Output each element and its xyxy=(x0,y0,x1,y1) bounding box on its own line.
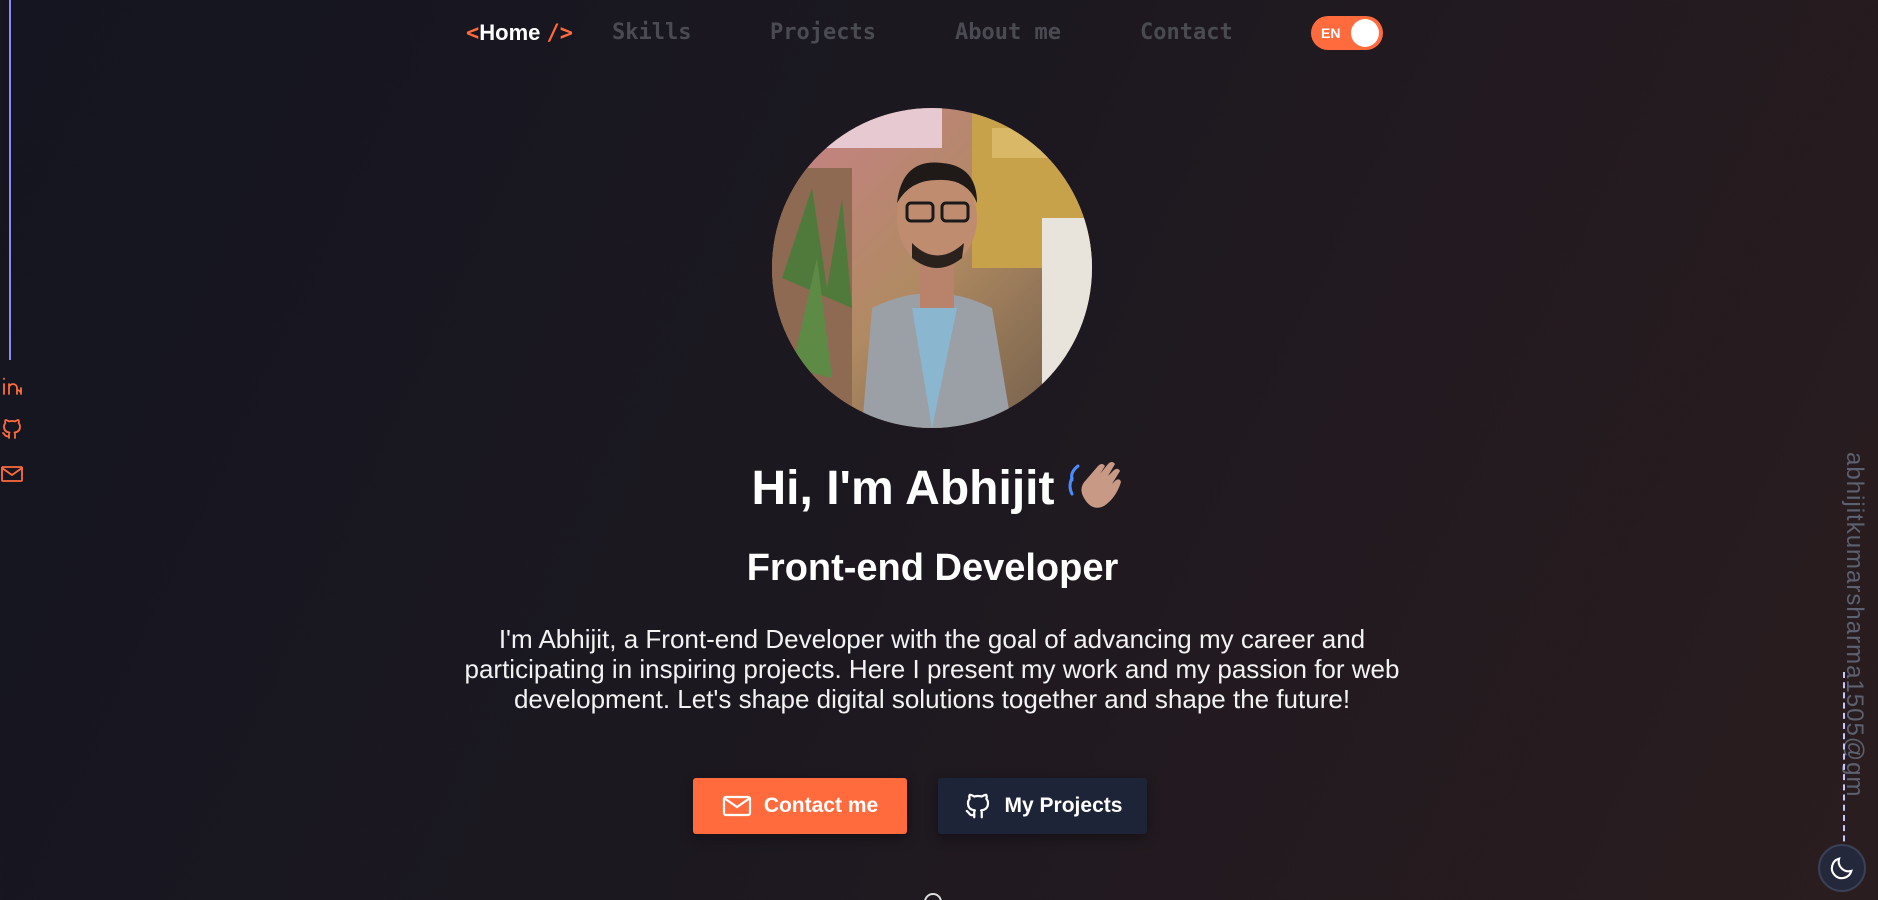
nav-skills[interactable]: Skills xyxy=(612,20,691,45)
hero-subtitle: Front-end Developer xyxy=(746,547,1119,589)
mail-icon xyxy=(722,795,751,817)
home-open-bracket: < xyxy=(466,21,480,46)
linkedin-icon[interactable] xyxy=(0,374,24,398)
toggle-knob xyxy=(1351,19,1379,47)
nav-about-me[interactable]: About me xyxy=(955,20,1061,45)
language-label: EN xyxy=(1321,25,1341,41)
right-dashed-line xyxy=(1843,672,1845,872)
scroll-indicator xyxy=(924,893,942,900)
hero-description: I'm Abhijit, a Front-end Developer with … xyxy=(464,624,1400,714)
profile-photo xyxy=(772,108,1092,428)
theme-toggle-button[interactable] xyxy=(1818,844,1866,892)
nav-contact[interactable]: Contact xyxy=(1140,20,1233,45)
waving-hand-icon xyxy=(1068,462,1122,508)
left-divider-line xyxy=(9,0,11,360)
language-toggle[interactable]: EN xyxy=(1311,16,1383,50)
github-icon xyxy=(965,793,989,819)
contact-me-label: Contact me xyxy=(763,794,879,817)
home-close-bracket: /> xyxy=(546,21,574,46)
my-projects-button[interactable]: My Projects xyxy=(938,778,1147,834)
my-projects-label: My Projects xyxy=(1004,794,1123,817)
nav-home-label: Home xyxy=(479,20,541,45)
nav-projects[interactable]: Projects xyxy=(770,20,876,45)
moon-icon xyxy=(1830,857,1853,880)
hero-title: Hi, I'm Abhijit xyxy=(0,458,1878,516)
github-icon[interactable] xyxy=(0,417,24,441)
contact-me-button[interactable]: Contact me xyxy=(693,778,907,834)
hero-title-text: Hi, I'm Abhijit xyxy=(751,462,1055,515)
nav-home[interactable]: <Home /> xyxy=(466,20,573,46)
